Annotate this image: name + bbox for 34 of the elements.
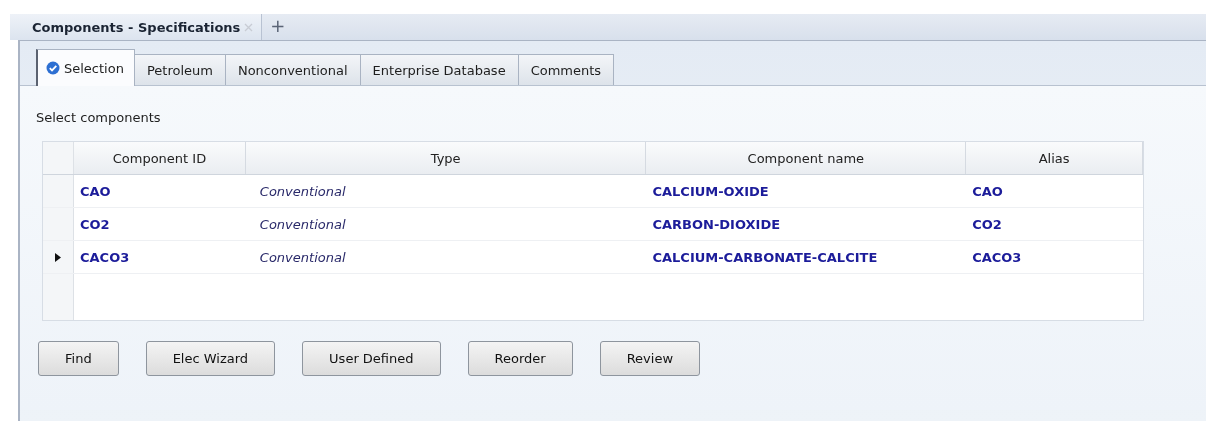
section-label: Select components (36, 110, 162, 125)
table-cell[interactable]: CO2 (966, 208, 1143, 240)
table-cell[interactable]: CACO3 (966, 241, 1143, 273)
tab[interactable]: Comments (517, 54, 615, 85)
table-cell[interactable]: Conventional (245, 175, 647, 207)
table-cell[interactable]: CALCIUM-CARBONATE-CALCITE (646, 241, 967, 273)
table-cell[interactable]: CARBON-DIOXIDE (646, 208, 967, 240)
tab[interactable]: Nonconventional (224, 54, 361, 85)
tab[interactable]: Petroleum (133, 54, 226, 85)
tab[interactable]: Enterprise Database (359, 54, 519, 85)
action-button[interactable]: Find (38, 341, 119, 376)
current-row-icon (55, 252, 61, 262)
table-cell[interactable]: CAO (74, 175, 246, 207)
action-button[interactable]: Reorder (467, 341, 573, 376)
action-button[interactable]: Elec Wizard (145, 341, 276, 376)
column-header[interactable]: Component name (646, 142, 967, 174)
table-cell[interactable]: Conventional (245, 208, 647, 240)
tab[interactable]: Selection (36, 49, 135, 86)
action-button[interactable]: Review (599, 341, 701, 376)
table-cell[interactable]: CO2 (74, 208, 246, 240)
column-header[interactable]: Alias (966, 142, 1143, 174)
table-cell[interactable]: CACO3 (74, 241, 246, 273)
header-corner[interactable] (43, 142, 74, 174)
new-tab-button[interactable]: + (262, 14, 294, 40)
document-tab[interactable]: Components - Specifications (10, 14, 263, 40)
document-title: Components - Specifications (32, 19, 241, 35)
close-icon[interactable] (244, 22, 254, 32)
row-header[interactable] (43, 241, 74, 273)
column-header[interactable]: Type (245, 142, 647, 174)
column-header[interactable]: Component ID (74, 142, 246, 174)
action-button[interactable]: User Defined (302, 341, 441, 376)
table-cell[interactable]: Conventional (245, 241, 647, 273)
table-cell[interactable]: CALCIUM-OXIDE (646, 175, 967, 207)
table-cell[interactable]: CAO (966, 175, 1143, 207)
